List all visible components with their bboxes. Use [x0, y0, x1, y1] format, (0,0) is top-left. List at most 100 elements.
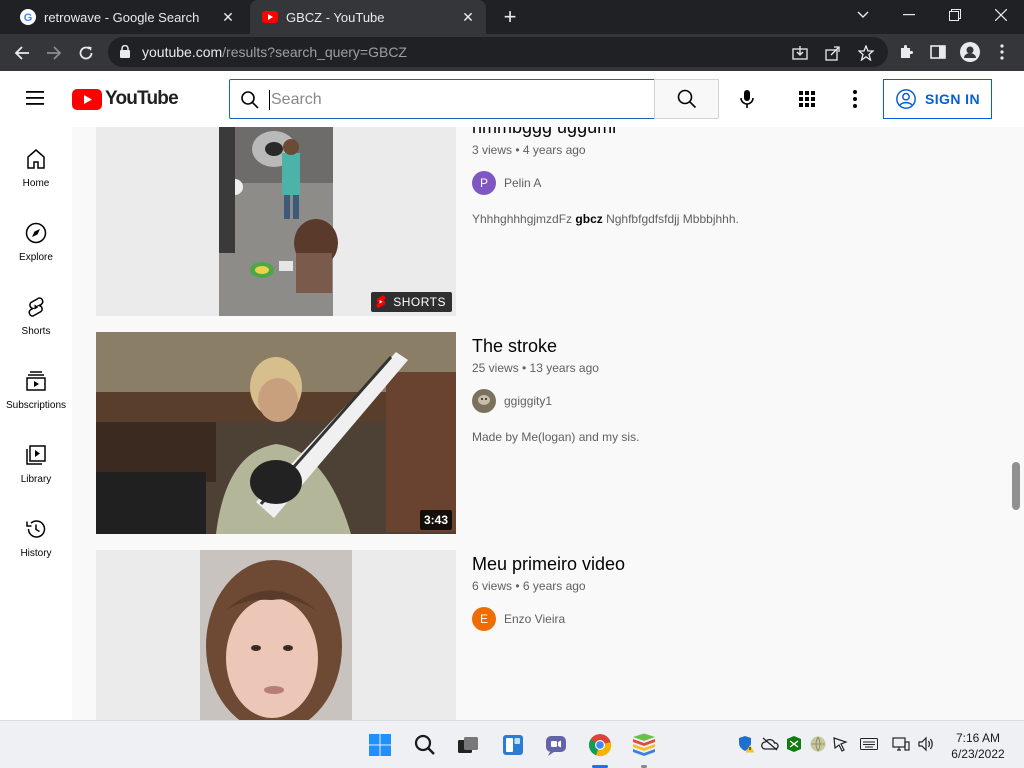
- history-icon: [26, 520, 46, 538]
- search-results: SHORTS hmmbggg uggumi 3 views • 4 years …: [72, 127, 1012, 720]
- page-scrollbar[interactable]: [1012, 462, 1020, 510]
- video-title[interactable]: The stroke: [472, 336, 557, 357]
- chrome-taskbar-icon[interactable]: [584, 729, 616, 761]
- teams-chat-icon[interactable]: [540, 729, 572, 761]
- volume-icon[interactable]: [917, 735, 935, 753]
- windows-taskbar: 7:16 AM 6/23/2022: [0, 720, 1024, 768]
- channel-link[interactable]: P Pelin A: [472, 171, 541, 195]
- tab-youtube[interactable]: GBCZ - YouTube ✕: [250, 0, 486, 34]
- guide-item-subscriptions[interactable]: Subscriptions: [0, 349, 72, 423]
- guide-item-shorts[interactable]: Shorts: [0, 275, 72, 349]
- network-status-icon[interactable]: [809, 735, 827, 753]
- search-icon: [677, 89, 696, 109]
- reload-button[interactable]: [72, 39, 100, 67]
- menu-icon[interactable]: [24, 89, 48, 109]
- share-icon[interactable]: [823, 43, 843, 63]
- avatar[interactable]: P: [472, 171, 496, 195]
- avatar[interactable]: [472, 389, 496, 413]
- profile-icon[interactable]: [959, 41, 981, 63]
- browser-tab-strip: G retrowave - Google Search ✕ GBCZ - You…: [0, 0, 1024, 34]
- close-tab-icon[interactable]: ✕: [458, 7, 478, 27]
- tab-search-icon[interactable]: [840, 0, 886, 30]
- restore-button[interactable]: [932, 0, 978, 30]
- minimize-button[interactable]: [886, 0, 932, 30]
- forward-button[interactable]: [40, 39, 68, 67]
- widgets-icon[interactable]: [497, 729, 529, 761]
- video-thumbnail[interactable]: 3:43: [96, 332, 456, 534]
- keyboard-icon[interactable]: [860, 735, 878, 753]
- video-thumbnail[interactable]: SHORTS: [96, 127, 456, 316]
- google-icon: G: [20, 9, 36, 25]
- windows-start-icon[interactable]: [364, 729, 396, 761]
- thumbnail-image: [96, 332, 456, 534]
- video-description: Made by Me(logan) and my sis.: [472, 430, 640, 444]
- extensions-icon[interactable]: [895, 41, 917, 63]
- install-icon[interactable]: [790, 43, 810, 63]
- search-input[interactable]: [271, 89, 641, 111]
- sign-in-button[interactable]: SIGN IN: [883, 79, 992, 119]
- task-view-icon[interactable]: [452, 729, 484, 761]
- channel-name[interactable]: Enzo Vieira: [504, 612, 565, 626]
- youtube-masthead: YouTube SIGN IN: [0, 71, 1024, 127]
- search-button[interactable]: [654, 79, 719, 119]
- side-panel-icon[interactable]: [927, 41, 949, 63]
- video-metadata: 6 views • 6 years ago: [472, 579, 586, 593]
- video-metadata: 25 views • 13 years ago: [472, 361, 599, 375]
- xbox-icon[interactable]: [785, 735, 803, 753]
- clock-date: 6/23/2022: [951, 747, 1005, 761]
- defender-warning-icon[interactable]: [737, 735, 755, 753]
- search-box[interactable]: [229, 79, 655, 119]
- taskbar-clock[interactable]: 7:16 AM 6/23/2022: [940, 730, 1016, 762]
- onedrive-icon[interactable]: [761, 735, 779, 753]
- close-tab-icon[interactable]: ✕: [218, 7, 238, 27]
- bluestacks-icon[interactable]: [628, 729, 660, 761]
- account-icon: [896, 89, 916, 109]
- lock-icon[interactable]: [120, 44, 130, 63]
- back-button[interactable]: [8, 39, 36, 67]
- channel-link[interactable]: ggiggity1: [472, 389, 552, 413]
- channel-name[interactable]: Pelin A: [504, 176, 541, 190]
- avatar-image: [472, 389, 496, 413]
- guide-item-explore[interactable]: Explore: [0, 201, 72, 275]
- address-bar[interactable]: youtube.com/results?search_query=GBCZ: [108, 37, 888, 67]
- sign-in-label: SIGN IN: [925, 91, 980, 107]
- tab-google-search[interactable]: G retrowave - Google Search ✕: [8, 0, 246, 34]
- microphone-icon[interactable]: [735, 87, 759, 111]
- library-icon: [26, 445, 46, 465]
- home-icon: [27, 149, 45, 169]
- badge-label: SHORTS: [393, 295, 446, 309]
- guide-item-home[interactable]: Home: [0, 127, 72, 201]
- channel-link[interactable]: E Enzo Vieira: [472, 607, 565, 631]
- chrome-menu-icon[interactable]: [991, 41, 1013, 63]
- description-highlight: gbcz: [575, 212, 603, 226]
- avatar[interactable]: E: [472, 607, 496, 631]
- close-window-button[interactable]: [978, 0, 1024, 30]
- youtube-logo[interactable]: YouTube: [72, 88, 179, 110]
- browser-toolbar: youtube.com/results?search_query=GBCZ: [0, 34, 1024, 71]
- video-title[interactable]: Meu primeiro video: [472, 554, 625, 575]
- guide-item-library[interactable]: Library: [0, 423, 72, 497]
- shorts-badge: SHORTS: [371, 292, 452, 312]
- video-result[interactable]: 3:43 The stroke 25 views • 13 years ago …: [96, 332, 976, 534]
- video-result[interactable]: SHORTS hmmbggg uggumi 3 views • 4 years …: [96, 127, 976, 316]
- video-result[interactable]: Meu primeiro video 6 views • 6 years ago…: [96, 550, 976, 720]
- url-path: /results?search_query=GBCZ: [222, 44, 407, 60]
- new-tab-button[interactable]: +: [498, 4, 522, 29]
- channel-name[interactable]: ggiggity1: [504, 394, 552, 408]
- pen-icon[interactable]: [831, 735, 849, 753]
- thumbnail-image: [96, 550, 456, 720]
- clock-time: 7:16 AM: [955, 731, 1001, 745]
- compass-icon: [25, 222, 47, 244]
- display-network-icon[interactable]: [892, 735, 910, 753]
- video-thumbnail[interactable]: [96, 550, 456, 720]
- video-title[interactable]: hmmbggg uggumi: [472, 127, 616, 138]
- guide-item-history[interactable]: History: [0, 497, 72, 571]
- bookmark-star-icon[interactable]: [856, 43, 876, 63]
- youtube-icon: [262, 9, 278, 25]
- youtube-apps-icon[interactable]: [795, 87, 819, 111]
- guide-label: History: [20, 548, 52, 559]
- guide-label: Home: [22, 178, 50, 189]
- shorts-logo-icon: [376, 295, 386, 308]
- settings-more-icon[interactable]: [843, 87, 867, 111]
- taskbar-search-icon[interactable]: [409, 729, 441, 761]
